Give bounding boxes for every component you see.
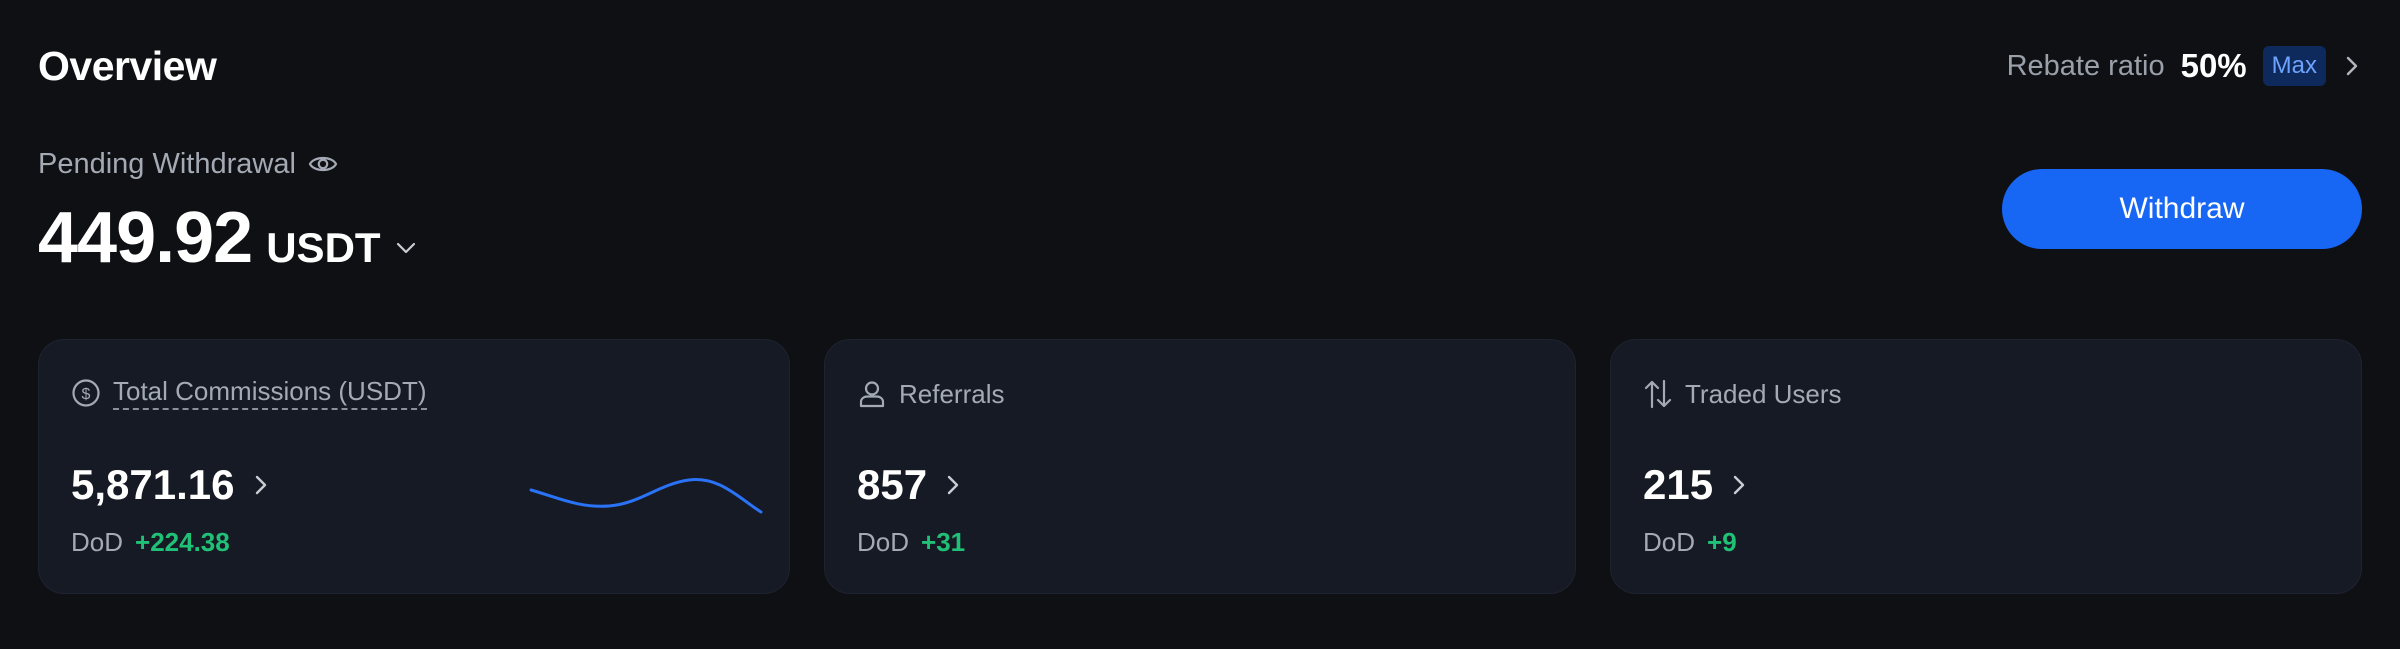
dod-value: +31 xyxy=(921,527,966,557)
dod-label: DoD xyxy=(71,527,124,557)
card-value-row[interactable]: 857 xyxy=(857,460,961,510)
referrals-card[interactable]: Referrals 857 DoD +31 xyxy=(824,339,1576,594)
pending-balance: 449.92 USDT xyxy=(38,196,417,290)
card-header: $ Total Commissions (USDT) xyxy=(71,376,427,410)
card-value-row[interactable]: 5,871.16 xyxy=(71,460,269,510)
commissions-sparkline xyxy=(529,478,763,514)
chevron-right-icon xyxy=(1733,475,1745,495)
dod-value: +224.38 xyxy=(135,527,230,557)
rebate-ratio-link[interactable]: Rebate ratio 50% Max xyxy=(2007,44,2362,88)
card-value: 5,871.16 xyxy=(71,461,235,508)
user-icon xyxy=(859,381,885,408)
swap-vertical-icon xyxy=(1644,379,1672,409)
dod-value: +9 xyxy=(1707,527,1737,557)
card-title: Traded Users xyxy=(1685,379,1842,409)
traded-users-card[interactable]: Traded Users 215 DoD +9 xyxy=(1610,339,2362,594)
pending-amount: 449.92 xyxy=(38,198,253,278)
card-dod-row: DoD +31 xyxy=(857,525,965,559)
pending-withdrawal-label-row: Pending Withdrawal xyxy=(38,146,338,182)
card-title: Referrals xyxy=(899,379,1005,409)
chevron-right-icon xyxy=(255,475,266,495)
card-value-row[interactable]: 215 xyxy=(1643,460,1747,510)
withdraw-button[interactable]: Withdraw xyxy=(2002,169,2362,249)
card-header: Referrals xyxy=(857,376,1004,412)
rebate-ratio-label: Rebate ratio xyxy=(2006,49,2165,82)
svg-text:$: $ xyxy=(82,386,91,403)
chevron-down-icon[interactable] xyxy=(395,237,417,259)
card-value: 857 xyxy=(857,461,928,508)
currency-selector[interactable]: USDT xyxy=(266,206,380,290)
dod-label: DoD xyxy=(857,527,910,557)
card-dod-row: DoD +9 xyxy=(1643,525,1737,559)
total-commissions-card[interactable]: $ Total Commissions (USDT) 5,871.16 DoD … xyxy=(38,339,790,594)
card-value: 215 xyxy=(1643,461,1714,508)
overview-panel: Overview Rebate ratio 50% Max Pending Wi… xyxy=(0,0,2400,649)
card-header: Traded Users xyxy=(1643,376,1842,412)
page-title: Overview xyxy=(38,43,217,89)
dod-label: DoD xyxy=(1643,527,1696,557)
card-dod-row: DoD +224.38 xyxy=(71,525,230,559)
max-badge: Max xyxy=(2262,46,2326,86)
card-title[interactable]: Total Commissions (USDT) xyxy=(113,376,427,410)
eye-icon[interactable] xyxy=(308,152,338,176)
chevron-right-icon xyxy=(2346,56,2358,76)
dollar-circle-icon: $ xyxy=(72,379,100,407)
pending-withdrawal-label: Pending Withdrawal xyxy=(38,148,296,180)
chevron-right-icon xyxy=(947,475,959,495)
rebate-ratio-value: 50% xyxy=(2180,47,2247,84)
